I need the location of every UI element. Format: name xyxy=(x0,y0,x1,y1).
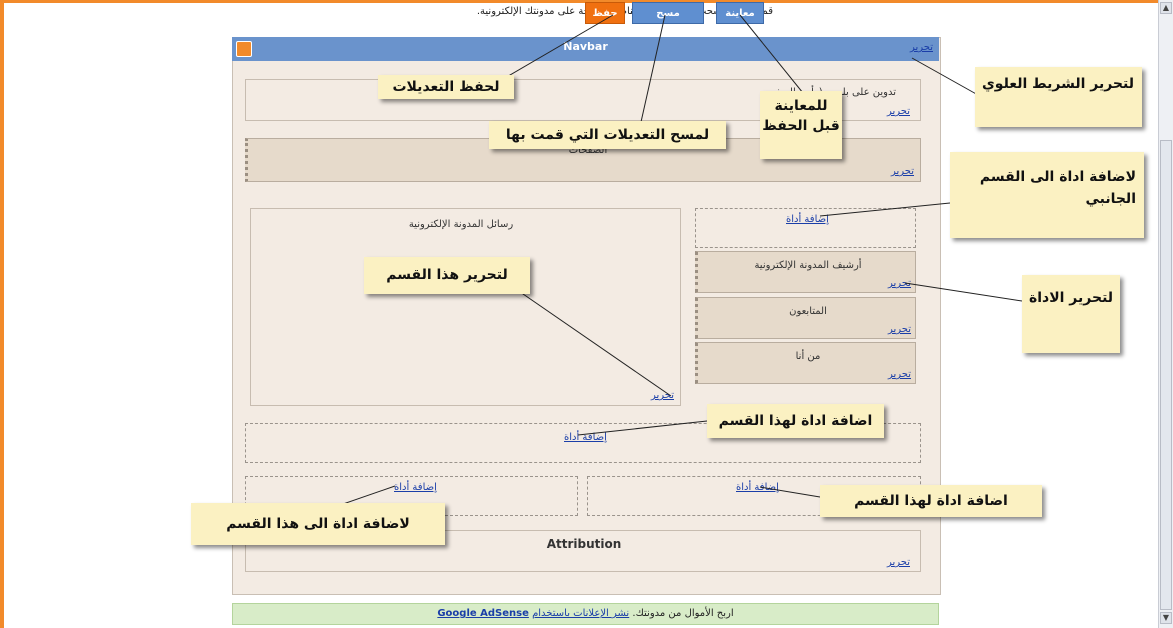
annotation-edit-gadget: لتحرير الاداة xyxy=(1022,275,1120,353)
annotation-add-to-this-section: اضافة اداة لهذا القسم xyxy=(820,485,1042,517)
annotation-add-to-left: لاضافة اداة الى هذا القسم xyxy=(191,503,445,545)
annotation-add-to-section: اضافة اداة لهذا القسم xyxy=(707,404,884,438)
annotation-add-sidebar: لاضافة اداة الى القسم الجانبي xyxy=(950,152,1144,238)
annotation-edit-section: لتحرير هذا القسم xyxy=(364,257,530,294)
annotation-navbar-edit: لتحرير الشريط العلوي xyxy=(975,67,1142,127)
annotation-clear: لمسح التعديلات التي قمت بها xyxy=(489,121,726,149)
annotation-save: لحفظ التعديلات xyxy=(378,75,514,99)
annotation-preview: للمعاينة قبل الحفظ xyxy=(760,91,842,159)
